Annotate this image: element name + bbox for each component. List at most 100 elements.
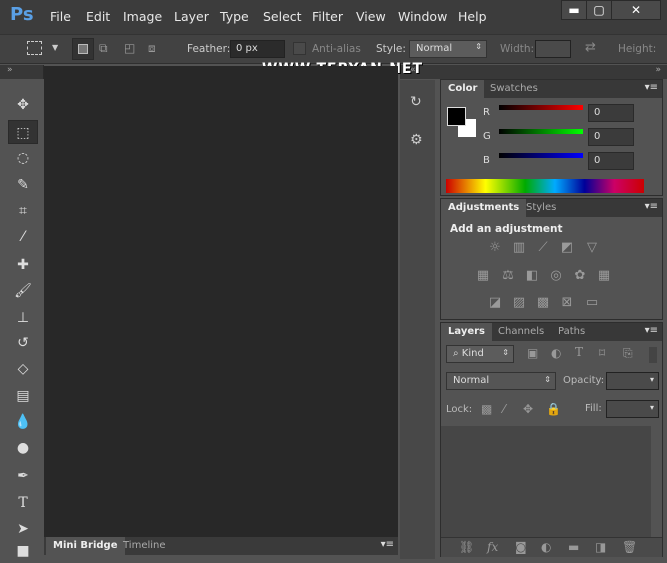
blur-tool-icon[interactable]: 💧 [8,410,38,434]
black-white-icon[interactable]: ◧ [522,268,542,284]
r-input[interactable]: 0 [588,104,634,122]
menu-filter[interactable]: Filter [312,9,343,24]
tab-mini-bridge[interactable]: Mini Bridge [46,537,125,555]
tab-styles[interactable]: Styles [519,199,563,217]
lock-transparent-icon[interactable]: ▩ [481,402,492,416]
history-panel-icon[interactable]: ↻ [410,94,422,110]
gradient-tool-icon[interactable]: ▤ [8,384,38,408]
tab-channels[interactable]: Channels [491,323,551,341]
menu-type[interactable]: Type [220,9,249,24]
panel-menu-icon[interactable]: ▾≡ [645,325,658,336]
tab-adjustments[interactable]: Adjustments [441,199,527,217]
canvas-area[interactable] [44,66,398,537]
color-lookup-icon[interactable]: ▦ [594,268,614,284]
filter-kind-select[interactable]: ⌕ Kind ⇕ [446,345,514,363]
feather-input[interactable]: 0 px [230,40,285,58]
brightness-icon[interactable]: ☼ [485,240,505,256]
vibrance-icon[interactable]: ▽ [582,240,602,256]
maximize-button[interactable]: ▢ [586,0,612,20]
invert-icon[interactable]: ◪ [485,295,505,311]
panel-menu-icon[interactable]: ▾≡ [381,539,394,550]
add-mask-icon[interactable]: ◙ [515,540,527,554]
adjustment-filter-icon[interactable]: ◐ [551,346,561,360]
move-tool-icon[interactable]: ✥ [8,93,38,117]
dodge-tool-icon[interactable]: ● [8,436,38,460]
foreground-color-swatch[interactable] [447,107,466,126]
history-brush-tool-icon[interactable]: ↺ [8,331,38,355]
menu-image[interactable]: Image [123,9,162,24]
panel-menu-icon[interactable]: ▾≡ [645,201,658,212]
menu-file[interactable]: File [50,9,71,24]
hue-saturation-icon[interactable]: ▦ [473,268,493,284]
add-selection-button[interactable]: ⧉ [99,41,108,56]
intersect-selection-button[interactable]: ⧈ [148,41,156,56]
posterize-icon[interactable]: ▨ [509,295,529,311]
pixel-filter-icon[interactable]: ▣ [527,346,538,360]
stamp-tool-icon[interactable]: ⊥ [8,306,38,330]
new-group-icon[interactable]: ▬ [568,540,579,554]
antialias-checkbox[interactable] [293,42,306,55]
eyedropper-tool-icon[interactable]: ⁄ [8,225,38,249]
new-adjustment-icon[interactable]: ◐ [541,540,551,554]
color-balance-icon[interactable]: ⚖ [498,268,518,284]
eraser-tool-icon[interactable]: ◇ [8,357,38,381]
brush-tool-icon[interactable]: 🖌 [8,279,38,303]
fill-input[interactable]: ▾ [606,400,659,418]
photo-filter-icon[interactable]: ◎ [546,268,566,284]
pen-tool-icon[interactable]: ✒ [8,464,38,488]
properties-panel-icon[interactable]: ⚙ [410,132,423,148]
lock-position-icon[interactable]: ✥ [523,402,533,416]
color-spectrum-bar[interactable] [446,179,644,193]
swap-icon[interactable]: ⇄ [585,40,596,55]
type-filter-icon[interactable]: T [575,345,583,359]
chevron-down-icon[interactable]: ▼ [52,43,58,52]
fx-icon[interactable]: fx [487,540,498,554]
subtract-selection-button[interactable]: ◰ [124,41,135,55]
tab-timeline[interactable]: Timeline [116,537,173,555]
type-tool-icon[interactable]: T [8,491,38,515]
style-select[interactable]: Normal ⇕ [409,40,487,58]
tab-layers[interactable]: Layers [441,323,492,341]
curves-icon[interactable]: ⟋ [533,240,553,256]
minimize-button[interactable]: ▬ [561,0,587,20]
menu-edit[interactable]: Edit [86,9,110,24]
lock-pixels-icon[interactable]: ⁄ [503,402,505,416]
menu-window[interactable]: Window [398,9,447,24]
new-selection-button[interactable] [72,38,94,60]
panel-menu-icon[interactable]: ▾≡ [645,82,658,93]
g-slider[interactable] [499,129,583,134]
lock-all-icon[interactable]: 🔒 [546,402,561,416]
menu-layer[interactable]: Layer [174,9,209,24]
channel-mixer-icon[interactable]: ✿ [570,268,590,284]
opacity-input[interactable]: ▾ [606,372,659,390]
levels-icon[interactable]: ▥ [509,240,529,256]
exposure-icon[interactable]: ◩ [557,240,577,256]
panels-collapse-strip[interactable]: «» [400,65,667,79]
menu-help[interactable]: Help [458,9,487,24]
new-layer-icon[interactable]: ◨ [595,540,606,554]
menu-select[interactable]: Select [263,9,302,24]
marquee-tool-icon[interactable]: ⬚ [8,120,38,144]
quick-selection-tool-icon[interactable]: ✎ [8,173,38,197]
b-slider[interactable] [499,153,583,158]
filter-toggle[interactable] [649,347,657,363]
threshold-icon[interactable]: ▩ [533,295,553,311]
tab-swatches[interactable]: Swatches [483,80,545,98]
width-input[interactable] [535,40,571,58]
link-layers-icon[interactable]: ⛓ [459,540,474,554]
selective-color-icon[interactable]: ⊠ [557,295,577,311]
gradient-map-icon[interactable]: ▭ [582,295,602,311]
g-input[interactable]: 0 [588,128,634,146]
r-slider[interactable] [499,105,583,110]
tab-color[interactable]: Color [441,80,485,98]
crop-tool-icon[interactable]: ⌗ [8,199,38,223]
layers-list[interactable] [441,426,651,538]
tools-collapse-strip[interactable]: » [0,65,44,79]
lasso-tool-icon[interactable]: ◌ [8,146,38,170]
b-input[interactable]: 0 [588,152,634,170]
trash-icon[interactable]: 🗑 [622,540,637,554]
smart-object-filter-icon[interactable]: ⎘ [623,346,633,361]
close-button[interactable]: ✕ [611,0,661,20]
healing-tool-icon[interactable]: ✚ [8,253,38,277]
blend-mode-select[interactable]: Normal ⇕ [446,372,556,390]
